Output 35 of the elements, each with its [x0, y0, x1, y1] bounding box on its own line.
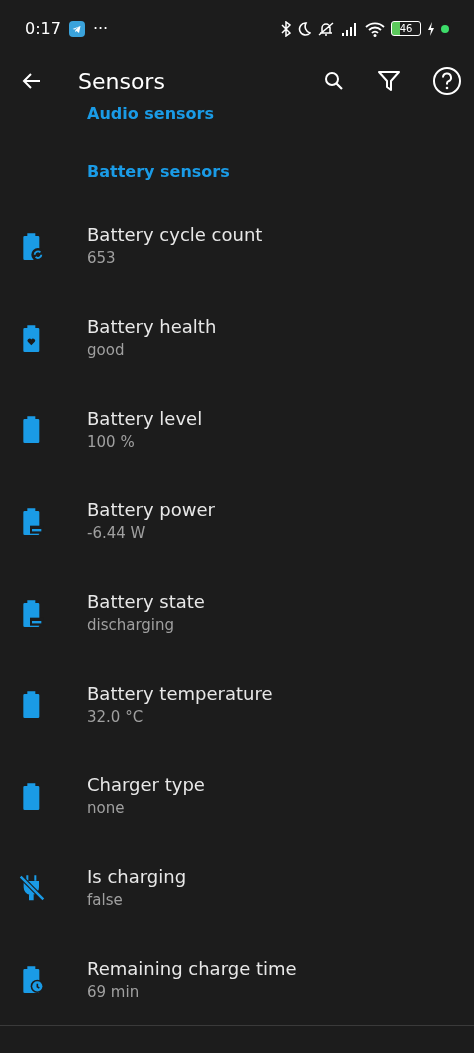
- sensor-value: none: [87, 799, 126, 818]
- signal-icon: [341, 21, 359, 36]
- moon-icon: [297, 20, 311, 37]
- sensor-value: 100 %: [87, 432, 136, 451]
- telegram-icon: [68, 20, 85, 37]
- sensor-value: -6.44 W: [87, 524, 147, 543]
- section-header: Battery sensors: [87, 161, 230, 181]
- sensor-name: Battery cycle count: [87, 224, 263, 246]
- bolt-icon: [427, 21, 435, 36]
- sensor-value: 32.0 °C: [87, 707, 145, 726]
- sensor-value: 653: [87, 249, 117, 268]
- sensor-value: false: [87, 891, 124, 910]
- sensor-value: discharging: [87, 616, 176, 635]
- sensor-name: Battery state: [87, 591, 205, 613]
- filter-button[interactable]: [376, 68, 402, 94]
- more-notifications: ···: [92, 19, 109, 38]
- sensor-value: good: [87, 341, 126, 360]
- sensor-name: Charger type: [87, 774, 205, 796]
- sensor-name: Battery power: [87, 499, 215, 521]
- bluetooth-icon: [281, 20, 291, 37]
- help-button[interactable]: [432, 66, 462, 96]
- sensor-value: 69 min: [87, 982, 141, 1001]
- wifi-icon: [365, 20, 385, 37]
- status-dot-icon: [441, 24, 449, 33]
- sensor-name: Is charging: [87, 866, 187, 888]
- sensor-name: Battery temperature: [87, 682, 273, 704]
- sensor-name: Remaining charge time: [87, 957, 297, 979]
- sensor-name: Battery health: [87, 316, 217, 338]
- muted-bell-icon: [317, 20, 335, 37]
- toolbar-title: Sensors: [78, 68, 166, 94]
- clock-time: 0:17: [25, 19, 61, 38]
- unplugged-icon: [19, 873, 45, 902]
- section-header: Audio sensors: [87, 105, 214, 123]
- sensor-name: Battery level: [87, 407, 203, 429]
- battery-indicator: 46: [391, 21, 421, 36]
